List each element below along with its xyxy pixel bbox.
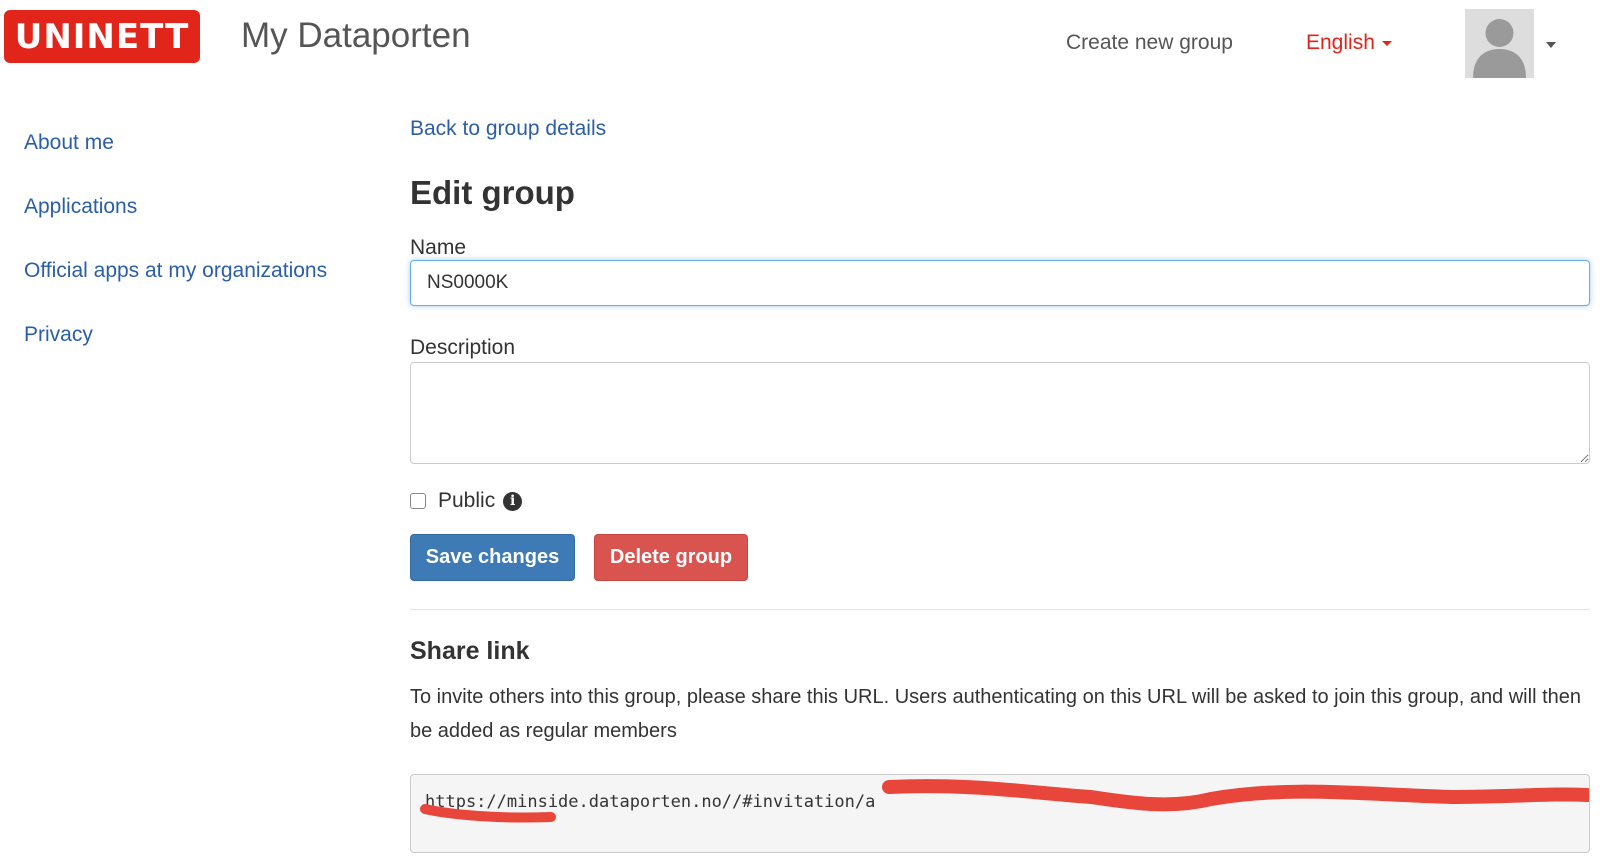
sidebar-item-privacy[interactable]: Privacy bbox=[24, 322, 384, 386]
public-checkbox[interactable] bbox=[410, 493, 426, 509]
save-changes-button[interactable]: Save changes bbox=[410, 534, 575, 581]
description-textarea[interactable] bbox=[410, 362, 1590, 464]
name-label: Name bbox=[410, 236, 467, 259]
section-divider bbox=[410, 609, 1590, 610]
public-row: Public i bbox=[410, 489, 523, 513]
uninett-logo[interactable]: UNINETT bbox=[4, 10, 200, 63]
share-url-box[interactable]: https://minside.dataporten.no//#invitati… bbox=[410, 774, 1590, 853]
delete-group-button[interactable]: Delete group bbox=[594, 534, 748, 581]
user-silhouette-icon bbox=[1465, 9, 1534, 78]
back-to-group-details-link[interactable]: Back to group details bbox=[410, 117, 606, 141]
name-input[interactable] bbox=[410, 260, 1590, 306]
description-label: Description bbox=[410, 336, 516, 359]
user-menu-chevron-icon[interactable] bbox=[1546, 42, 1556, 48]
top-header: UNINETT My Dataporten Create new group E… bbox=[0, 0, 1600, 80]
share-url-text: https://minside.dataporten.no//#invitati… bbox=[425, 792, 876, 812]
create-new-group-link[interactable]: Create new group bbox=[1066, 31, 1233, 55]
avatar[interactable] bbox=[1465, 9, 1534, 78]
share-link-heading: Share link bbox=[410, 637, 530, 665]
chevron-down-icon bbox=[1381, 40, 1392, 46]
redaction-scribble bbox=[420, 779, 1589, 823]
language-dropdown[interactable]: English bbox=[1306, 31, 1392, 55]
share-link-description: To invite others into this group, please… bbox=[410, 686, 1581, 742]
sidebar-item-official-apps[interactable]: Official apps at my organizations bbox=[24, 258, 384, 322]
page-title: Edit group bbox=[410, 174, 575, 211]
language-label: English bbox=[1306, 31, 1375, 54]
app-title[interactable]: My Dataporten bbox=[241, 16, 471, 56]
sidebar-item-applications[interactable]: Applications bbox=[24, 194, 384, 258]
public-label: Public bbox=[438, 489, 496, 512]
info-icon[interactable]: i bbox=[503, 491, 523, 511]
sidebar-item-about-me[interactable]: About me bbox=[24, 130, 384, 194]
sidebar-nav: About me Applications Official apps at m… bbox=[24, 130, 384, 386]
